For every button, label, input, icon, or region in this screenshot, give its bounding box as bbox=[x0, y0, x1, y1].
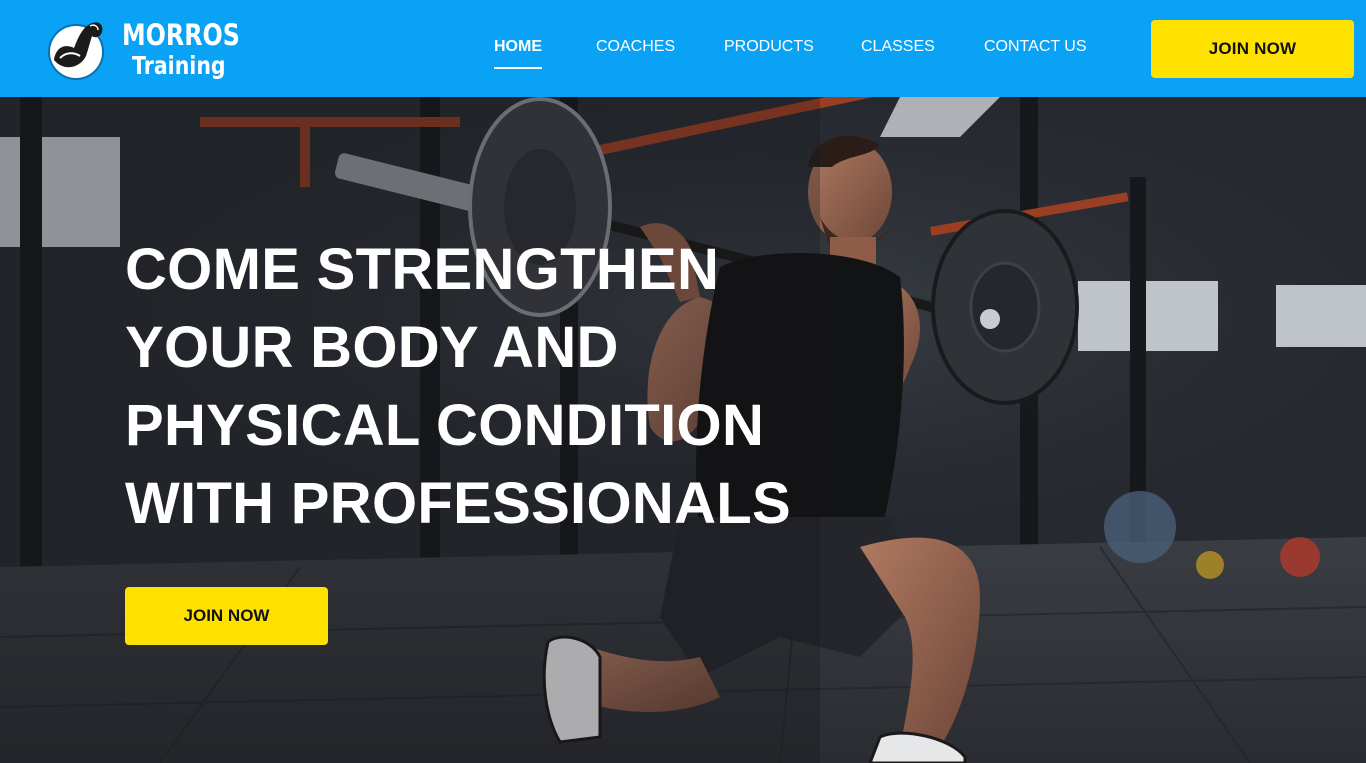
hero-title: COME STRENGTHEN YOUR BODY AND PHYSICAL C… bbox=[125, 231, 825, 543]
brand-logo[interactable]: MORROS Training bbox=[46, 14, 240, 84]
hero-title-line-1: COME STRENGTHEN bbox=[125, 237, 720, 302]
hero-section: COME STRENGTHEN YOUR BODY AND PHYSICAL C… bbox=[0, 97, 1366, 763]
hero-title-line-2: YOUR BODY AND bbox=[125, 315, 619, 380]
brand-name: MORROS Training bbox=[122, 18, 266, 80]
hero-title-line-4: WITH PROFESSIONALS bbox=[125, 471, 791, 536]
flexed-arm-icon bbox=[48, 22, 104, 80]
nav-item-contact-us[interactable]: CONTACT US bbox=[984, 38, 1087, 56]
brand-name-line1: MORROS bbox=[122, 18, 240, 52]
site-header: MORROS Training HOME COACHES PRODUCTS CL… bbox=[0, 0, 1366, 97]
nav-item-classes[interactable]: CLASSES bbox=[861, 38, 935, 56]
header-join-now-button[interactable]: JOIN NOW bbox=[1151, 20, 1354, 78]
nav-item-home[interactable]: HOME bbox=[494, 38, 542, 69]
nav-item-products[interactable]: PRODUCTS bbox=[724, 38, 814, 56]
nav-item-coaches[interactable]: COACHES bbox=[596, 38, 675, 56]
hero-title-line-3: PHYSICAL CONDITION bbox=[125, 393, 765, 458]
brand-name-line2: Training bbox=[132, 51, 226, 80]
hero-join-now-button[interactable]: JOIN NOW bbox=[125, 587, 328, 645]
